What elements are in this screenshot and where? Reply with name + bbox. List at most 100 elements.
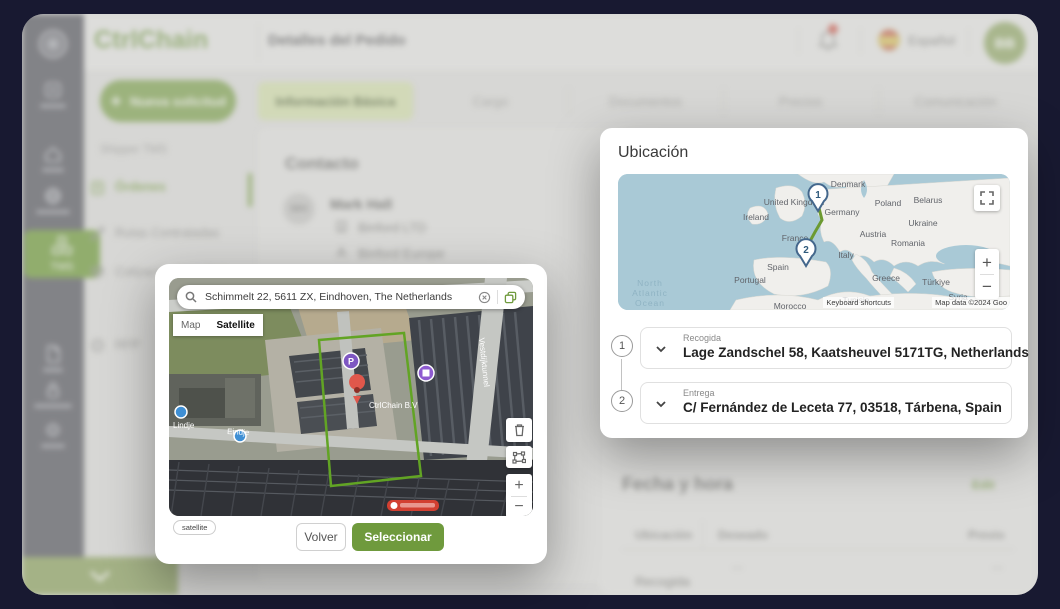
fullscreen-icon	[980, 191, 994, 205]
tms-cubes-icon	[49, 235, 75, 259]
tab-documentos[interactable]: Documentos	[568, 82, 723, 120]
country-label-turkiye: Türkiye	[922, 277, 950, 287]
keyboard-shortcuts-label[interactable]: Keyboard shortcuts	[823, 297, 894, 308]
routes-icon	[90, 226, 105, 241]
nav-rail	[22, 14, 84, 595]
ocean-label-line1: North	[637, 278, 663, 288]
country-label-romania: Romania	[891, 238, 925, 248]
satellite-map[interactable]: P CtrlChain B.V Fellenoord Eindje Lindj	[169, 278, 533, 516]
delivery-address: C/ Fernández de Leceta 77, 03518, Tárben…	[683, 400, 1002, 415]
map-attribution: Map data ©2024 Goo	[932, 297, 1010, 308]
column-deseado: Deseado	[718, 528, 768, 542]
satellite-chip[interactable]: satellite	[173, 520, 216, 535]
overview-zoom-in-button[interactable]: +	[982, 251, 992, 274]
ocean-label-line3: Ocean	[635, 298, 665, 308]
expand-chevron-icon[interactable]	[655, 398, 667, 410]
poi-label: CtrlChain B.V	[369, 401, 418, 410]
back-button[interactable]: Volver	[296, 523, 346, 551]
tab-cargo[interactable]: Cargo	[413, 82, 568, 120]
copy-address-icon[interactable]	[504, 291, 517, 304]
column-previo: Previo	[968, 528, 1005, 542]
delivery-address-row[interactable]: Entrega C/ Fernández de Leceta 77, 03518…	[640, 382, 1012, 424]
poi-building-marker	[418, 365, 434, 381]
contact-organization: Binford Europe	[358, 246, 445, 261]
user-avatar[interactable]: BB	[984, 22, 1026, 64]
settings-gear-icon[interactable]	[22, 420, 84, 448]
row-recogida: Recogida	[635, 574, 690, 589]
transit-badge-red	[387, 500, 439, 511]
control-panel-icon[interactable]	[22, 186, 84, 214]
contact-avatar: MH	[283, 193, 315, 225]
country-label-ireland: Ireland	[743, 212, 769, 222]
route-overview-map[interactable]: Ireland United Kingdom Denmark Poland Be…	[618, 174, 1010, 310]
pickup-address-row[interactable]: Recogida Lage Zandschel 58, Kaatsheuvel …	[640, 327, 1012, 369]
edit-link[interactable]: Edit	[972, 478, 995, 492]
street-label-bottom: Eindje	[227, 427, 250, 437]
contact-heading: Contacto	[285, 154, 359, 174]
notification-badge	[828, 24, 838, 34]
contact-name: Mark Hall	[330, 196, 392, 212]
nav-rail-item-tms[interactable]: TMS	[24, 230, 100, 278]
expand-chevron-icon[interactable]	[655, 343, 667, 355]
new-request-button[interactable]: Nueva solicitud	[100, 80, 236, 122]
draw-polygon-button[interactable]	[506, 446, 532, 468]
clear-search-icon[interactable]	[478, 291, 491, 304]
zoom-in-button[interactable]: +	[514, 476, 523, 496]
location-modal: Ubicación Ire	[600, 128, 1028, 438]
transit-marker-blue-1	[175, 406, 187, 418]
stop-number-2: 2	[611, 390, 633, 412]
chevron-down-icon	[87, 569, 113, 583]
notifications-bell-icon[interactable]	[816, 28, 840, 59]
ocean-label-line2: Atlantic	[632, 288, 668, 298]
tab-precios[interactable]: Precios	[723, 82, 878, 120]
sidebar-item-rutas-contratadas[interactable]: Rutas Contratadas	[90, 226, 252, 241]
lock-icon[interactable]	[22, 380, 84, 408]
deseado-empty-value: —	[732, 562, 743, 574]
sidebar-item-ordenes[interactable]: Órdenes	[90, 180, 252, 195]
organization-icon	[335, 246, 348, 264]
map-type-map-button[interactable]: Map	[173, 314, 208, 336]
map-zoom-control: + −	[506, 474, 532, 516]
new-order-icon[interactable]	[22, 80, 84, 108]
rfp-icon	[90, 338, 105, 353]
sidebar-collapse-button[interactable]	[22, 557, 178, 595]
documents-icon[interactable]	[22, 344, 84, 372]
address-search-input[interactable]	[203, 290, 472, 304]
address-search-bar	[177, 285, 525, 309]
country-label-italy: Italy	[838, 250, 854, 260]
zoom-out-button[interactable]: −	[514, 497, 523, 517]
fullscreen-button[interactable]	[974, 185, 1000, 211]
country-label-poland: Poland	[875, 198, 902, 208]
location-modal-title: Ubicación	[618, 144, 688, 162]
search-icon	[185, 291, 197, 303]
page-title: Detalles del Pedido	[268, 32, 406, 49]
delivery-label: Entrega	[683, 388, 715, 398]
previo-empty-value: —	[992, 562, 1003, 574]
screen: TMS CtrlChain Detalles del Pedido Españo…	[0, 0, 1060, 609]
map-picker-modal: P CtrlChain B.V Fellenoord Eindje Lindj	[155, 264, 547, 564]
language-selector[interactable]: Español	[908, 33, 955, 48]
pickup-label: Recogida	[683, 333, 721, 343]
map-type-satellite-button[interactable]: Satellite	[208, 314, 262, 336]
delete-shape-button[interactable]	[506, 418, 532, 442]
country-label-belarus: Belarus	[914, 195, 943, 205]
europe-map: Ireland United Kingdom Denmark Poland Be…	[618, 174, 1010, 310]
overview-zoom-out-button[interactable]: −	[982, 275, 992, 298]
instant-quote-icon	[90, 264, 105, 279]
country-label-austria: Austria	[860, 229, 887, 239]
overview-zoom-control: + −	[975, 249, 999, 299]
tab-comunicacion[interactable]: Comunicación	[878, 82, 1033, 120]
select-button[interactable]: Seleccionar	[352, 523, 444, 551]
polygon-icon	[512, 451, 526, 464]
country-label-germany: Germany	[825, 207, 861, 217]
country-label-greece: Greece	[872, 273, 900, 283]
plus-icon	[110, 95, 122, 107]
column-ubicacion: Ubicación	[635, 528, 692, 542]
language-flag-icon[interactable]	[878, 29, 900, 51]
brand-logo-icon[interactable]	[22, 26, 84, 62]
tab-informacion-basica[interactable]: Información Básica	[258, 82, 413, 120]
map-type-toggle: Map Satellite	[173, 314, 263, 336]
svg-text:1: 1	[815, 190, 821, 201]
home-icon[interactable]	[22, 144, 84, 172]
parking-marker: P	[343, 353, 359, 369]
